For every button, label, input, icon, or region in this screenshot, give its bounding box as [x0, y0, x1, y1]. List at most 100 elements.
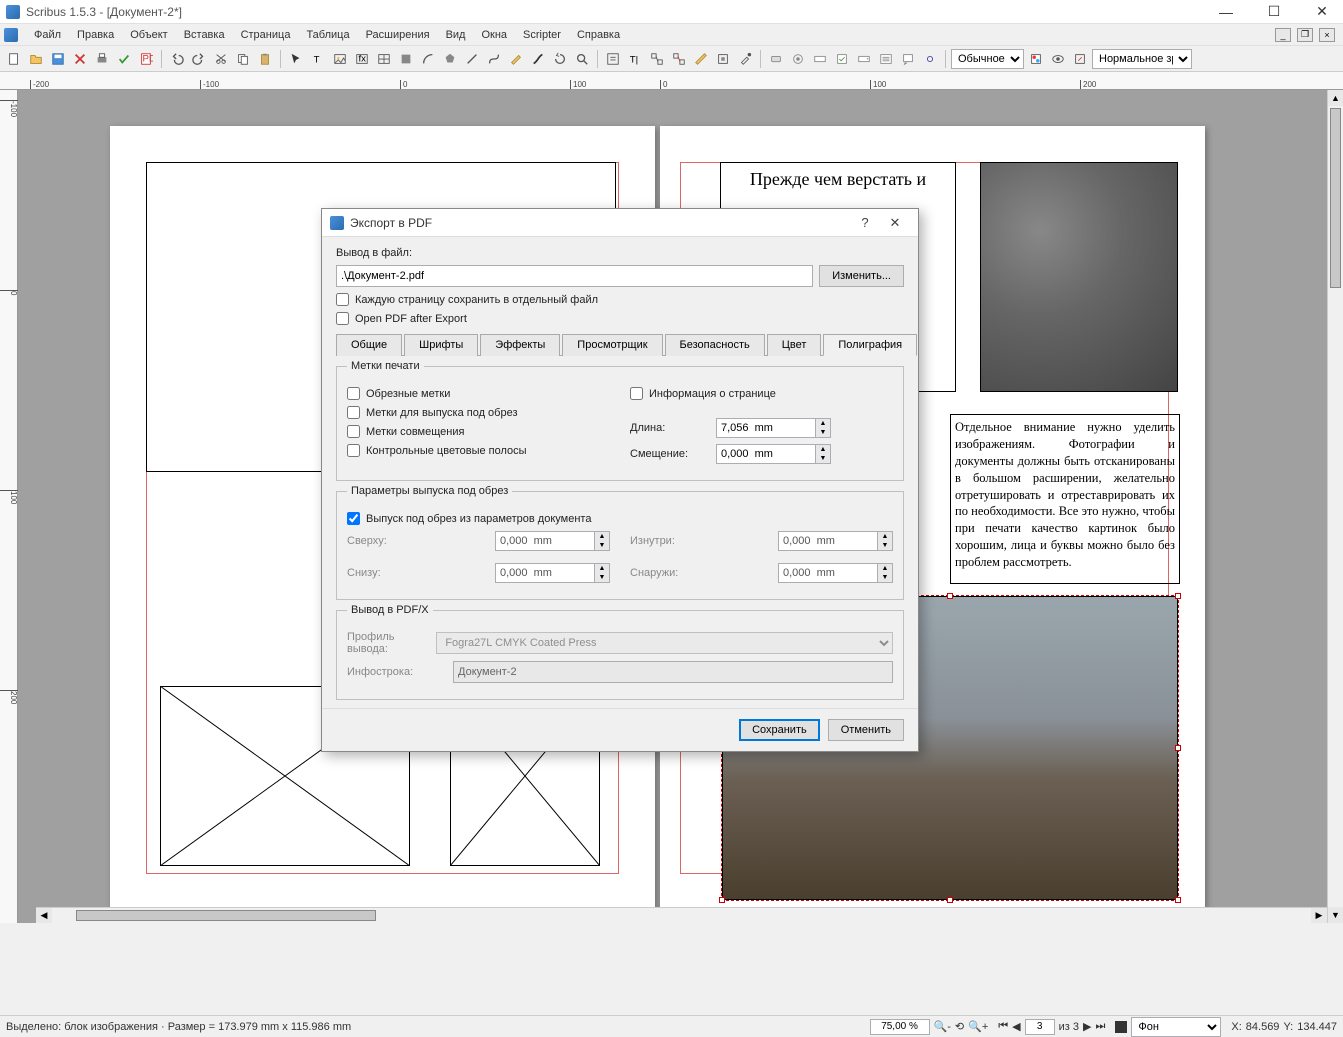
- spin-down-icon[interactable]: ▼: [816, 428, 830, 437]
- pdf-radio-icon[interactable]: [788, 49, 808, 69]
- image-frame-icon[interactable]: [330, 49, 350, 69]
- checkbox-crop-marks[interactable]: [347, 387, 360, 400]
- cut-icon[interactable]: [211, 49, 231, 69]
- next-page-icon[interactable]: ▶: [1083, 1020, 1091, 1033]
- zoom-input[interactable]: [870, 1019, 930, 1035]
- redo-icon[interactable]: [189, 49, 209, 69]
- scroll-up-icon[interactable]: ▲: [1328, 90, 1343, 106]
- scroll-thumb[interactable]: [1330, 108, 1341, 288]
- link-frames-icon[interactable]: [647, 49, 667, 69]
- scrollbar-vertical[interactable]: ▲ ▼: [1327, 90, 1343, 923]
- arc-icon[interactable]: [418, 49, 438, 69]
- checkbox-page-info[interactable]: [630, 387, 643, 400]
- zoom-out-icon[interactable]: 🔍-: [934, 1020, 951, 1033]
- checkbox-open-after[interactable]: [336, 312, 349, 325]
- tab-general[interactable]: Общие: [336, 334, 402, 356]
- scroll-left-icon[interactable]: ◀: [36, 908, 52, 923]
- checkbox-registration-marks[interactable]: [347, 425, 360, 438]
- pdf-annot-icon[interactable]: [898, 49, 918, 69]
- tab-viewer[interactable]: Просмотрщик: [562, 334, 662, 356]
- pdf-text-icon[interactable]: [810, 49, 830, 69]
- mdi-minimize[interactable]: _: [1275, 28, 1291, 42]
- layer-select[interactable]: Фон: [1131, 1017, 1221, 1037]
- tab-prepress[interactable]: Полиграфия: [823, 334, 917, 356]
- print-icon[interactable]: [92, 49, 112, 69]
- bezier-icon[interactable]: [484, 49, 504, 69]
- undo-icon[interactable]: [167, 49, 187, 69]
- tab-color[interactable]: Цвет: [767, 334, 822, 356]
- text-frame-icon[interactable]: T: [308, 49, 328, 69]
- zoom-in-icon[interactable]: 🔍+: [968, 1020, 988, 1033]
- edit-contents-icon[interactable]: [603, 49, 623, 69]
- save-button[interactable]: Сохранить: [739, 719, 820, 741]
- table-icon[interactable]: [374, 49, 394, 69]
- window-close[interactable]: ✕: [1307, 2, 1337, 22]
- pdf-list-icon[interactable]: [876, 49, 896, 69]
- new-icon[interactable]: [4, 49, 24, 69]
- tab-security[interactable]: Безопасность: [665, 334, 765, 356]
- mdi-restore[interactable]: ❐: [1297, 28, 1313, 42]
- text-frame[interactable]: Отдельное внимание нужно уделить изображ…: [950, 414, 1180, 584]
- checkbox-separate-pages[interactable]: [336, 293, 349, 306]
- checkbox-color-bars[interactable]: [347, 444, 360, 457]
- zoom-icon[interactable]: [572, 49, 592, 69]
- spin-down-icon[interactable]: ▼: [816, 454, 830, 463]
- polygon-icon[interactable]: [440, 49, 460, 69]
- scroll-right-icon[interactable]: ▶: [1311, 908, 1327, 923]
- menu-view[interactable]: Вид: [438, 27, 474, 43]
- window-maximize[interactable]: ☐: [1259, 2, 1289, 22]
- spin-up-icon[interactable]: ▲: [816, 445, 830, 454]
- dialog-close-button[interactable]: ✕: [880, 213, 910, 233]
- copy-props-icon[interactable]: [713, 49, 733, 69]
- spin-up-icon[interactable]: ▲: [816, 419, 830, 428]
- export-pdf-icon[interactable]: PDF: [136, 49, 156, 69]
- pdf-link-icon[interactable]: [920, 49, 940, 69]
- preview-icon[interactable]: [1048, 49, 1068, 69]
- scroll-down-icon[interactable]: ▼: [1328, 907, 1343, 923]
- prev-page-icon[interactable]: ◀: [1012, 1020, 1020, 1033]
- pdf-check-icon[interactable]: [832, 49, 852, 69]
- save-icon[interactable]: [48, 49, 68, 69]
- length-input[interactable]: [716, 418, 816, 438]
- menu-edit[interactable]: Правка: [69, 27, 122, 43]
- menu-windows[interactable]: Окна: [473, 27, 515, 43]
- image-frame[interactable]: [980, 162, 1178, 392]
- menu-insert[interactable]: Вставка: [176, 27, 233, 43]
- vision-mode-select[interactable]: Нормальное зрение: [1092, 49, 1192, 69]
- edit-in-preview-icon[interactable]: [1070, 49, 1090, 69]
- view-quality-select[interactable]: Обычное: [951, 49, 1024, 69]
- pdf-combo-icon[interactable]: [854, 49, 874, 69]
- dialog-help-button[interactable]: ?: [850, 213, 880, 233]
- mdi-close[interactable]: ×: [1319, 28, 1335, 42]
- freehand-icon[interactable]: [506, 49, 526, 69]
- copy-icon[interactable]: [233, 49, 253, 69]
- scroll-thumb[interactable]: [76, 910, 376, 921]
- first-page-icon[interactable]: ⏮: [998, 1020, 1008, 1033]
- menu-page[interactable]: Страница: [233, 27, 299, 43]
- edit-text-icon[interactable]: T|: [625, 49, 645, 69]
- render-frame-icon[interactable]: fx: [352, 49, 372, 69]
- measure-icon[interactable]: [691, 49, 711, 69]
- menu-scripter[interactable]: Scripter: [515, 27, 569, 43]
- menu-help[interactable]: Справка: [569, 27, 628, 43]
- menu-file[interactable]: Файл: [26, 27, 69, 43]
- checkbox-use-doc-bleed[interactable]: [347, 512, 360, 525]
- close-doc-icon[interactable]: [70, 49, 90, 69]
- unlink-frames-icon[interactable]: [669, 49, 689, 69]
- calligraphy-icon[interactable]: [528, 49, 548, 69]
- menu-object[interactable]: Объект: [122, 27, 175, 43]
- tab-effects[interactable]: Эффекты: [480, 334, 560, 356]
- shape-icon[interactable]: [396, 49, 416, 69]
- select-icon[interactable]: [286, 49, 306, 69]
- open-icon[interactable]: [26, 49, 46, 69]
- zoom-reset-icon[interactable]: ⟲: [955, 1020, 964, 1033]
- preflight-icon[interactable]: [114, 49, 134, 69]
- tab-fonts[interactable]: Шрифты: [404, 334, 478, 356]
- window-minimize[interactable]: —: [1211, 2, 1241, 22]
- rotate-icon[interactable]: [550, 49, 570, 69]
- checkbox-bleed-marks[interactable]: [347, 406, 360, 419]
- offset-input[interactable]: [716, 444, 816, 464]
- scrollbar-horizontal[interactable]: ◀ ▶: [36, 907, 1327, 923]
- menu-extensions[interactable]: Расширения: [358, 27, 438, 43]
- page-input[interactable]: [1025, 1019, 1055, 1035]
